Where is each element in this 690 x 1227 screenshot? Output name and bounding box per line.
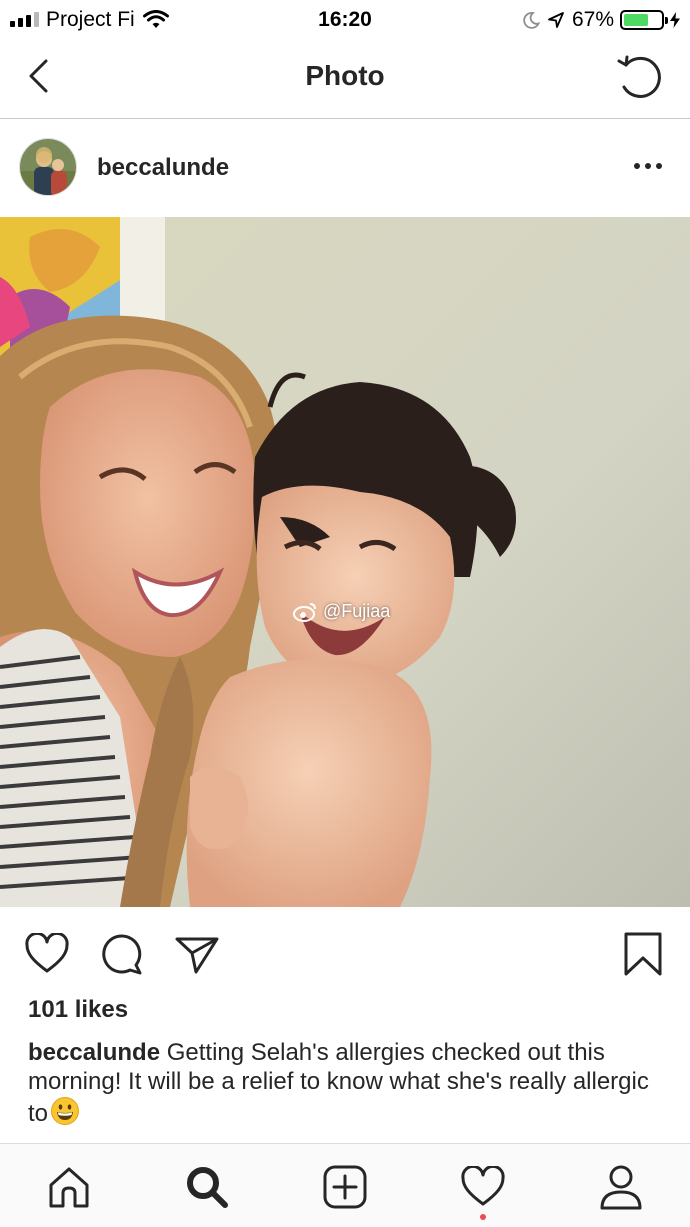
post-photo[interactable]: @Fujiaa bbox=[0, 217, 690, 907]
moon-icon bbox=[523, 12, 540, 29]
home-icon bbox=[49, 1167, 89, 1208]
charging-bolt-icon bbox=[670, 12, 680, 28]
paper-plane-icon bbox=[175, 937, 219, 974]
profile-icon bbox=[600, 1165, 642, 1210]
watermark-text: @Fujiaa bbox=[323, 601, 391, 621]
bookmark-icon bbox=[624, 932, 662, 976]
more-options-icon bbox=[634, 163, 662, 169]
like-button[interactable] bbox=[22, 929, 72, 979]
notification-dot bbox=[480, 1214, 486, 1220]
tab-activity[interactable] bbox=[458, 1162, 508, 1212]
page-title: Photo bbox=[305, 60, 385, 91]
post-actions bbox=[0, 907, 690, 995]
watermark: @Fujiaa bbox=[293, 601, 390, 622]
caption-username[interactable]: beccalunde bbox=[28, 1039, 160, 1066]
heart-icon bbox=[461, 1166, 505, 1206]
heart-icon bbox=[25, 933, 69, 973]
status-bar: Project Fi 16:20 67% bbox=[0, 0, 690, 40]
grinning-face-emoji-icon bbox=[51, 1097, 80, 1125]
avatar-image bbox=[20, 139, 76, 195]
refresh-button[interactable] bbox=[614, 53, 666, 103]
bottom-tab-bar bbox=[0, 1143, 690, 1227]
status-right: 67% bbox=[522, 7, 680, 33]
tab-new-post[interactable] bbox=[320, 1162, 370, 1212]
comment-icon bbox=[102, 934, 142, 975]
navigation-header: Photo bbox=[0, 40, 690, 119]
battery-percentage: 67% bbox=[571, 8, 614, 31]
share-button[interactable] bbox=[172, 929, 222, 979]
tab-search[interactable] bbox=[182, 1162, 232, 1212]
post-caption: beccalunde Getting Selah's allergies che… bbox=[28, 1038, 658, 1128]
plus-square-icon bbox=[323, 1165, 367, 1209]
more-options-button[interactable] bbox=[628, 154, 668, 178]
refresh-icon bbox=[617, 55, 661, 98]
location-arrow-icon bbox=[548, 12, 564, 28]
post-username[interactable]: beccalunde bbox=[97, 154, 229, 182]
tab-home[interactable] bbox=[44, 1162, 94, 1212]
save-button[interactable] bbox=[618, 929, 668, 979]
battery-icon bbox=[620, 10, 668, 30]
likes-count[interactable]: 101 likes bbox=[28, 996, 128, 1024]
post-image bbox=[0, 217, 690, 907]
battery-level bbox=[624, 14, 649, 26]
post-header: beccalunde bbox=[0, 120, 690, 217]
weibo-icon bbox=[293, 602, 316, 622]
comment-button[interactable] bbox=[97, 929, 147, 979]
search-icon bbox=[187, 1167, 228, 1208]
avatar[interactable] bbox=[19, 138, 77, 196]
tab-profile[interactable] bbox=[596, 1162, 646, 1212]
